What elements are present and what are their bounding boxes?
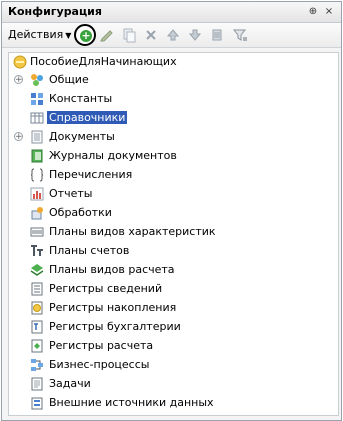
tree-item-label: Справочники: [47, 111, 128, 124]
tree-item-chart-of-accounts[interactable]: Планы счетов: [9, 242, 338, 260]
tree-item-chart-of-calculation-types[interactable]: Планы видов расчета: [9, 261, 338, 279]
external-data-sources-icon: [31, 397, 43, 410]
expand-icon[interactable]: +: [14, 132, 23, 142]
edit-icon[interactable]: [99, 27, 115, 43]
add-icon: +: [80, 29, 92, 42]
catalogs-icon: [30, 112, 44, 124]
tree-item-information-registers[interactable]: Регистры сведений: [9, 280, 338, 298]
tree-item-label: Планы видов расчета: [49, 263, 175, 276]
sort-icon[interactable]: [209, 27, 225, 43]
information-registers-icon: [31, 282, 43, 296]
chart-of-accounts-icon: [31, 245, 43, 256]
delete-icon[interactable]: [143, 27, 159, 43]
close-button[interactable]: ×: [323, 6, 335, 18]
tree-item-accounting-registers[interactable]: Регистры бухгалтерии: [9, 318, 338, 336]
configuration-window: Конфигурация ⊕ × Действия ▼ + ПособиеДля…: [1, 1, 342, 421]
tree-item-label: Регистры накопления: [49, 301, 177, 314]
tree-item-label: Задачи: [49, 377, 91, 390]
tree-item-label: Регистры бухгалтерии: [49, 320, 181, 333]
expand-icon[interactable]: +: [14, 75, 23, 85]
tree-item-accumulation-registers[interactable]: Регистры накопления: [9, 299, 338, 317]
tree-item-label: Планы счетов: [49, 244, 130, 257]
common-icon: [31, 74, 43, 86]
dropdown-arrow-icon: ▼: [65, 31, 72, 40]
tree-item-constants[interactable]: Константы: [9, 90, 338, 108]
add-button[interactable]: +: [74, 24, 96, 46]
actions-label: Действия: [8, 28, 64, 41]
document-journals-icon: [31, 149, 43, 163]
tree-item-enumerations[interactable]: Перечисления: [9, 166, 338, 184]
tree-item-chart-of-characteristic-types[interactable]: Планы видов характеристик: [9, 223, 338, 241]
tree-item-common[interactable]: + Общие: [9, 71, 338, 89]
tree-item-catalogs[interactable]: Справочники: [9, 109, 338, 127]
tree-item-reports[interactable]: Отчеты: [9, 185, 338, 203]
tree-item-label: Планы видов характеристик: [49, 225, 216, 238]
move-up-icon[interactable]: [165, 27, 181, 43]
pin-button[interactable]: ⊕: [307, 6, 319, 18]
move-down-icon[interactable]: [187, 27, 203, 43]
toolbar: Действия ▼ +: [2, 23, 341, 48]
tree-item-label: Внешние источники данных: [49, 396, 214, 409]
configuration-icon: [13, 55, 27, 69]
accounting-registers-icon: [31, 320, 43, 334]
tree-item-label: Бизнес-процессы: [49, 358, 150, 371]
calculation-registers-icon: [31, 339, 43, 353]
enumerations-icon: [30, 168, 44, 182]
tree-item-label: Журналы документов: [49, 149, 177, 162]
tree-root[interactable]: ПособиеДляНачинающих: [9, 53, 338, 71]
window-title: Конфигурация: [8, 5, 102, 18]
tree-item-label: Регистры сведений: [49, 282, 163, 295]
data-processors-icon: [31, 207, 43, 220]
tasks-icon: [31, 377, 43, 391]
filter-icon[interactable]: [232, 27, 248, 43]
chart-of-characteristic-types-icon: [30, 227, 44, 237]
tree-item-documents[interactable]: + Документы: [9, 128, 338, 146]
tree-item-label: Отчеты: [49, 187, 93, 200]
tree-item-label: Перечисления: [49, 168, 133, 181]
tree-item-label: Общие: [49, 73, 89, 86]
actions-menu-button[interactable]: Действия ▼: [8, 28, 71, 41]
tree-item-label: Документы: [49, 130, 115, 143]
tree-item-data-processors[interactable]: Обработки: [9, 204, 338, 222]
accumulation-registers-icon: [31, 301, 43, 315]
tree-root-label: ПособиеДляНачинающих: [30, 55, 177, 68]
constants-icon: [31, 93, 43, 105]
reports-icon: [30, 187, 44, 201]
chart-of-calculation-types-icon: [30, 264, 44, 276]
tree-item-tasks[interactable]: Задачи: [9, 375, 338, 393]
tree-item-label: Обработки: [49, 206, 112, 219]
copy-icon[interactable]: [121, 27, 137, 43]
configuration-tree[interactable]: ПособиеДляНачинающих + Общие Константы С…: [8, 52, 339, 416]
tree-item-label: Регистры расчета: [49, 339, 154, 352]
documents-icon: [31, 130, 43, 144]
tree-item-calculation-registers[interactable]: Регистры расчета: [9, 337, 338, 355]
tree-item-label: Константы: [49, 92, 113, 105]
window-titlebar: Конфигурация ⊕ ×: [2, 2, 341, 23]
tree-item-external-data-sources[interactable]: Внешние источники данных: [9, 394, 338, 412]
tree-item-business-processes[interactable]: Бизнес-процессы: [9, 356, 338, 374]
tree-item-document-journals[interactable]: Журналы документов: [9, 147, 338, 165]
business-processes-icon: [31, 359, 43, 371]
